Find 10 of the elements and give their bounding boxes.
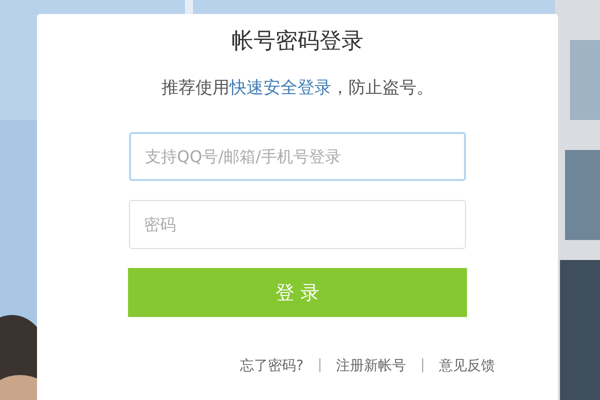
notice-text: 推荐使用快速安全登录，防止盗号。 — [162, 77, 434, 100]
login-title: 帐号密码登录 — [232, 28, 364, 56]
quick-login-link[interactable]: 快速安全登录 — [230, 78, 332, 98]
footer-link[interactable]: 注册新帐号 — [336, 357, 406, 375]
footer-link[interactable]: 意见反馈 — [438, 357, 495, 375]
input-field[interactable]: 支持QQ号/邮箱/手机号登录 — [129, 132, 466, 181]
input-field[interactable]: 密码 — [129, 200, 466, 249]
separator: | — [420, 357, 425, 375]
separator: | — [318, 357, 322, 375]
footer-link[interactable]: 忘了密码? — [240, 357, 304, 375]
